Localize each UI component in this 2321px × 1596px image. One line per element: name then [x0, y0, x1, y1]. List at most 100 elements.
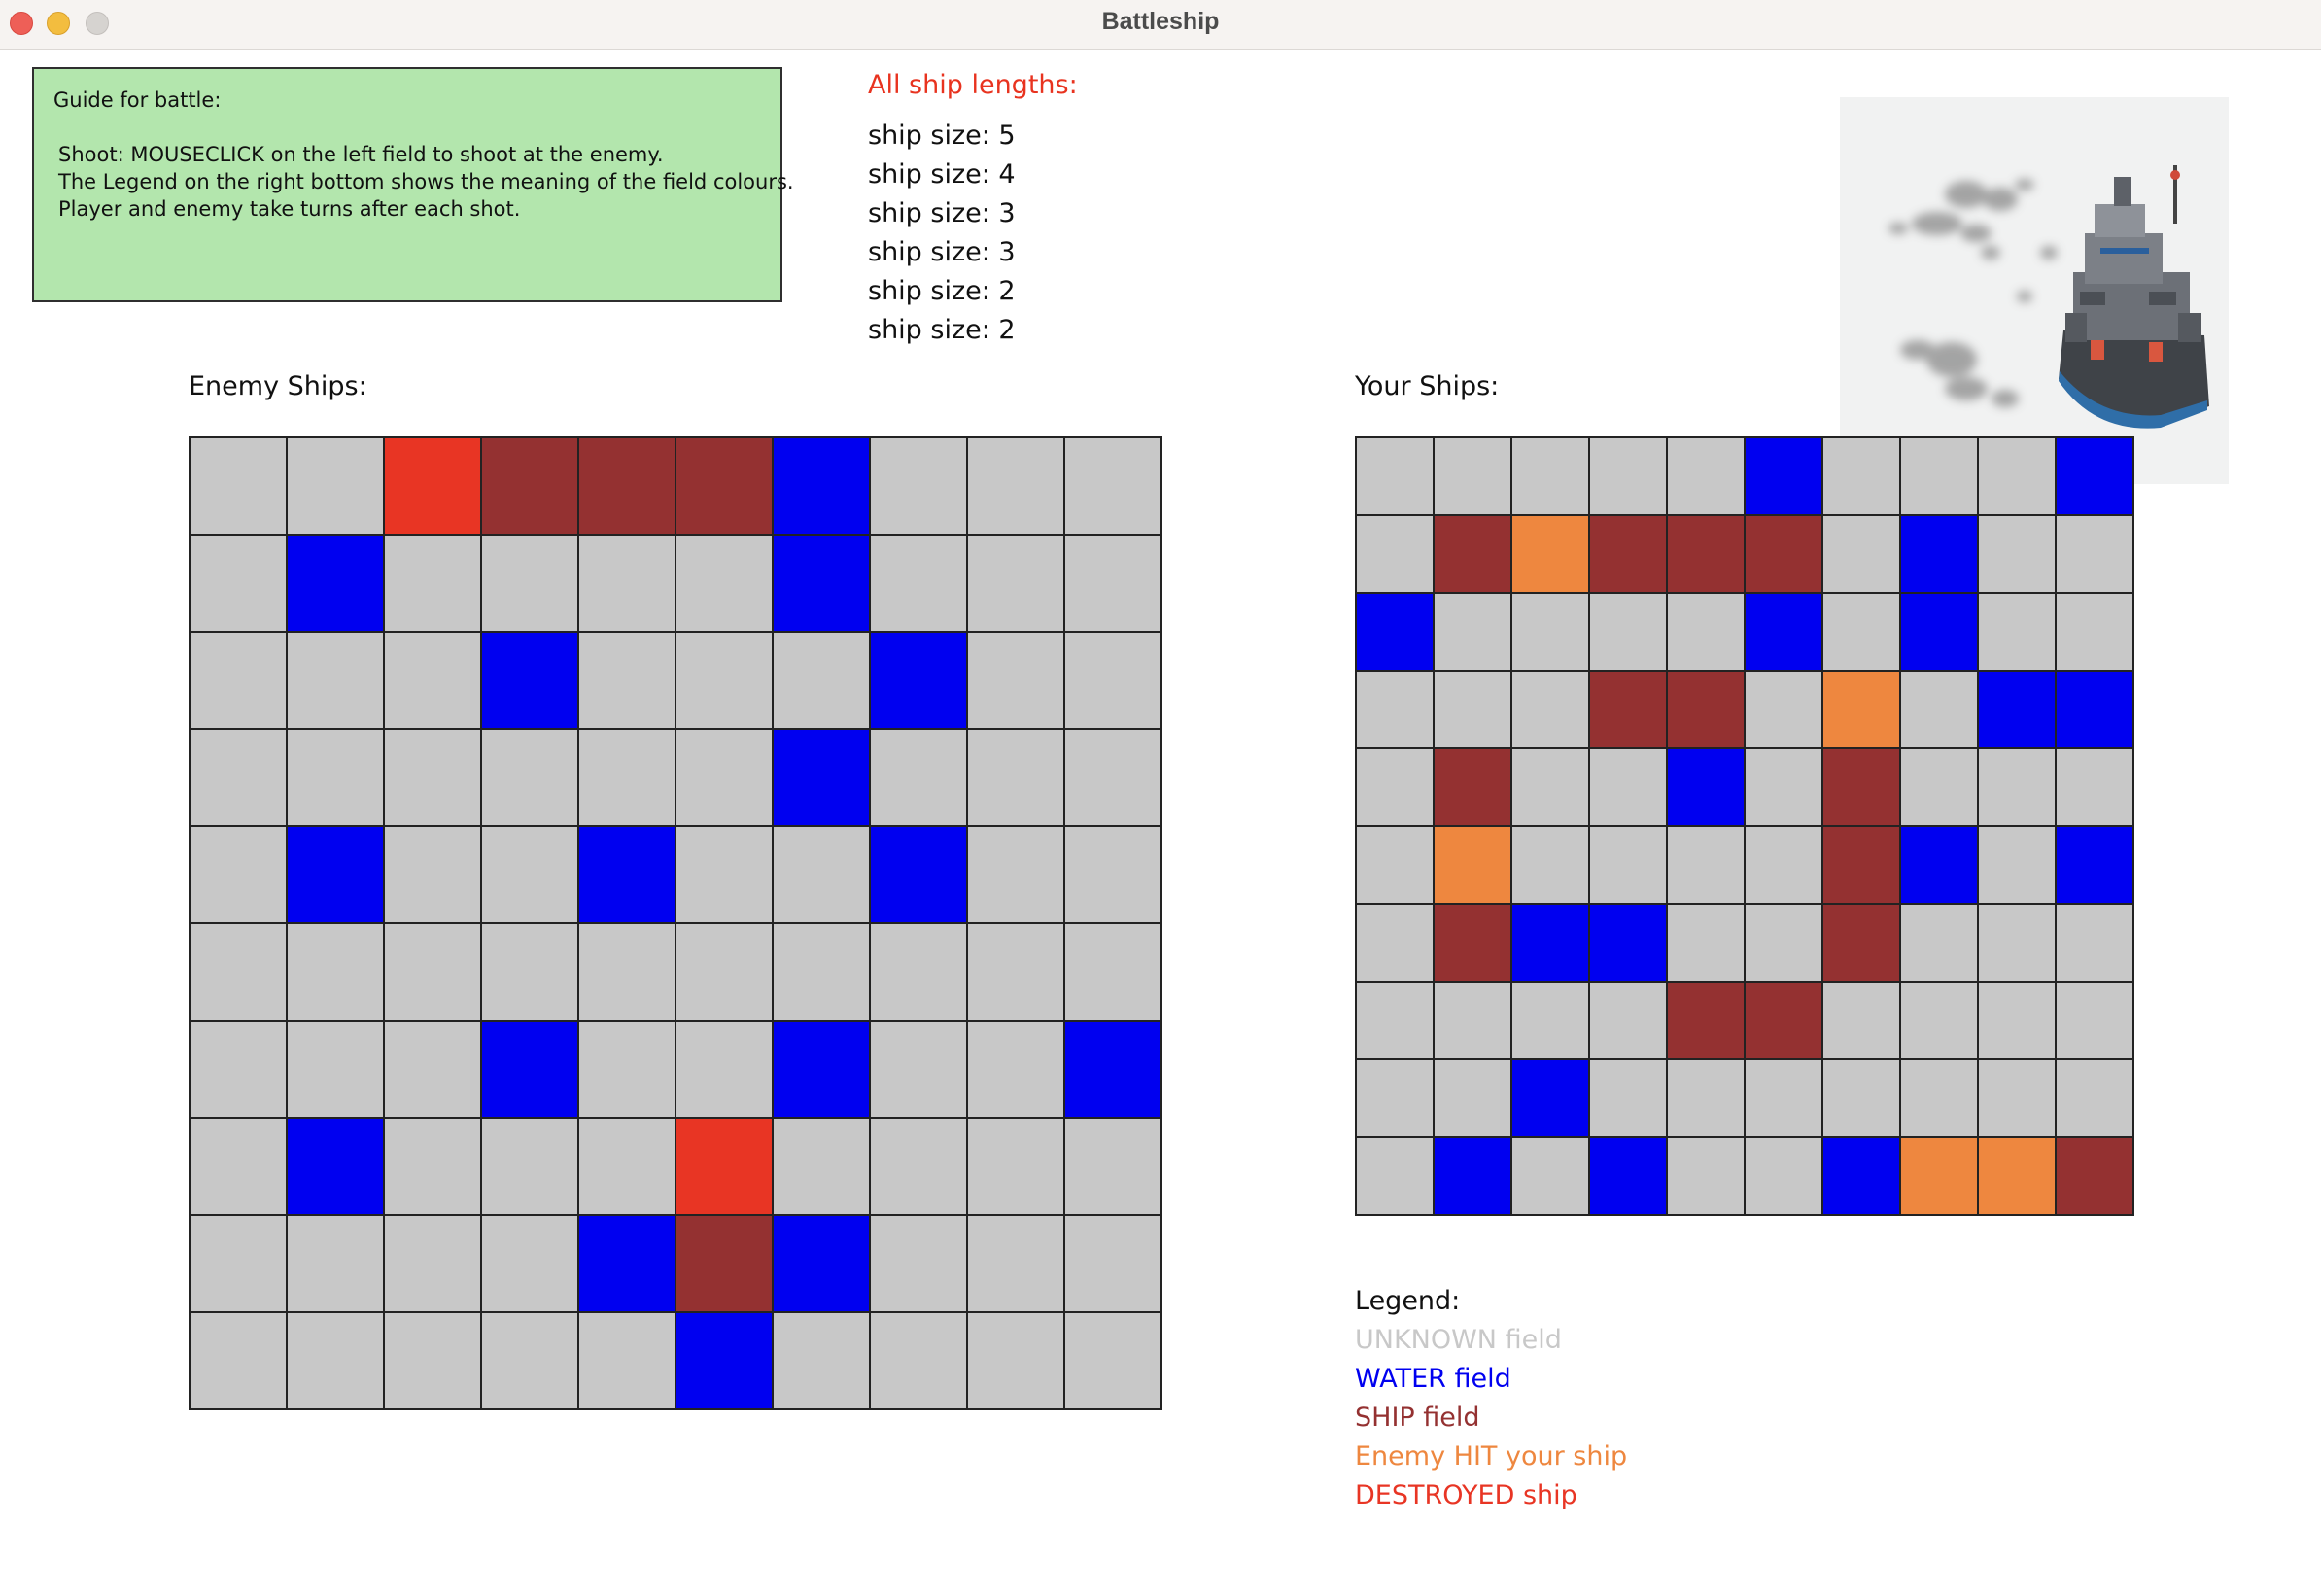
enemy-board-cell[interactable] [774, 536, 871, 633]
enemy-board-cell[interactable] [385, 633, 482, 730]
enemy-board-cell[interactable] [871, 1216, 968, 1313]
enemy-board-cell[interactable] [191, 633, 288, 730]
enemy-board-cell[interactable] [191, 438, 288, 536]
enemy-board-cell[interactable] [191, 730, 288, 827]
enemy-board-cell[interactable] [1065, 536, 1162, 633]
enemy-board-cell[interactable] [288, 924, 385, 1022]
enemy-board-cell[interactable] [871, 827, 968, 924]
enemy-board-cell[interactable] [288, 1119, 385, 1216]
enemy-board-cell[interactable] [676, 924, 774, 1022]
enemy-board-cell[interactable] [1065, 827, 1162, 924]
enemy-board-cell[interactable] [676, 827, 774, 924]
enemy-board-cell[interactable] [385, 1022, 482, 1119]
enemy-board-cell[interactable] [871, 1119, 968, 1216]
enemy-board-cell[interactable] [579, 536, 676, 633]
enemy-board-cell[interactable] [774, 730, 871, 827]
enemy-board-cell[interactable] [482, 1216, 579, 1313]
enemy-board-cell[interactable] [968, 1022, 1065, 1119]
enemy-board-cell[interactable] [288, 1022, 385, 1119]
enemy-board-cell[interactable] [482, 1022, 579, 1119]
enemy-board-cell[interactable] [482, 827, 579, 924]
enemy-board-cell[interactable] [579, 438, 676, 536]
enemy-board-cell[interactable] [288, 438, 385, 536]
enemy-board-cell[interactable] [1065, 438, 1162, 536]
enemy-board-cell[interactable] [676, 633, 774, 730]
enemy-board-cell[interactable] [676, 1022, 774, 1119]
enemy-board-cell[interactable] [482, 924, 579, 1022]
enemy-board-cell[interactable] [871, 536, 968, 633]
enemy-board-cell[interactable] [482, 1313, 579, 1410]
enemy-board-cell[interactable] [968, 730, 1065, 827]
enemy-board-cell[interactable] [871, 1313, 968, 1410]
enemy-board-cell[interactable] [1065, 924, 1162, 1022]
enemy-board-cell[interactable] [579, 1313, 676, 1410]
enemy-board-cell[interactable] [676, 1119, 774, 1216]
enemy-board-cell[interactable] [385, 1119, 482, 1216]
enemy-board-cell[interactable] [676, 438, 774, 536]
enemy-board-cell[interactable] [579, 1119, 676, 1216]
enemy-board-cell[interactable] [482, 730, 579, 827]
enemy-board-cell[interactable] [871, 438, 968, 536]
enemy-board-cell[interactable] [579, 1216, 676, 1313]
enemy-board-cell[interactable] [579, 633, 676, 730]
enemy-board-cell[interactable] [579, 924, 676, 1022]
enemy-board-cell[interactable] [288, 536, 385, 633]
enemy-board-grid[interactable] [189, 436, 1162, 1410]
enemy-board-cell[interactable] [482, 1119, 579, 1216]
enemy-board-cell[interactable] [191, 1216, 288, 1313]
enemy-board-cell[interactable] [1065, 1022, 1162, 1119]
enemy-board-cell[interactable] [774, 1313, 871, 1410]
enemy-board-cell[interactable] [191, 827, 288, 924]
enemy-board-cell[interactable] [676, 536, 774, 633]
enemy-board-cell[interactable] [579, 730, 676, 827]
enemy-board-cell[interactable] [774, 1119, 871, 1216]
enemy-board-cell[interactable] [482, 438, 579, 536]
enemy-board-cell[interactable] [191, 1022, 288, 1119]
enemy-board-cell[interactable] [191, 924, 288, 1022]
enemy-board-cell[interactable] [968, 827, 1065, 924]
enemy-board-cell[interactable] [288, 1216, 385, 1313]
enemy-board-cell[interactable] [968, 924, 1065, 1022]
enemy-board-cell[interactable] [579, 827, 676, 924]
enemy-board-cell[interactable] [385, 827, 482, 924]
enemy-board-cell[interactable] [774, 438, 871, 536]
enemy-board-cell[interactable] [579, 1022, 676, 1119]
enemy-board-cell[interactable] [1065, 633, 1162, 730]
enemy-board-cell[interactable] [968, 633, 1065, 730]
enemy-board-cell[interactable] [288, 633, 385, 730]
enemy-board-cell[interactable] [191, 1119, 288, 1216]
enemy-board-cell[interactable] [1065, 1313, 1162, 1410]
enemy-board-cell[interactable] [774, 827, 871, 924]
enemy-board-cell[interactable] [288, 730, 385, 827]
enemy-board-cell[interactable] [191, 536, 288, 633]
enemy-board-cell[interactable] [385, 1313, 482, 1410]
enemy-board-cell[interactable] [482, 633, 579, 730]
enemy-board-cell[interactable] [968, 438, 1065, 536]
enemy-board-cell[interactable] [676, 1216, 774, 1313]
enemy-board-cell[interactable] [1065, 1216, 1162, 1313]
enemy-board-cell[interactable] [774, 633, 871, 730]
enemy-board-cell[interactable] [482, 536, 579, 633]
enemy-board-cell[interactable] [1065, 730, 1162, 827]
enemy-board-cell[interactable] [385, 438, 482, 536]
enemy-board-cell[interactable] [774, 1216, 871, 1313]
enemy-board-cell[interactable] [968, 1119, 1065, 1216]
enemy-board-cell[interactable] [871, 1022, 968, 1119]
enemy-board-cell[interactable] [288, 1313, 385, 1410]
enemy-board-cell[interactable] [385, 730, 482, 827]
enemy-board-cell[interactable] [385, 924, 482, 1022]
enemy-board-cell[interactable] [774, 1022, 871, 1119]
enemy-board-cell[interactable] [871, 924, 968, 1022]
enemy-board-cell[interactable] [968, 1313, 1065, 1410]
enemy-board-cell[interactable] [385, 1216, 482, 1313]
enemy-board-cell[interactable] [385, 536, 482, 633]
enemy-board-cell[interactable] [676, 730, 774, 827]
enemy-board-cell[interactable] [1065, 1119, 1162, 1216]
enemy-board-cell[interactable] [968, 536, 1065, 633]
enemy-board-cell[interactable] [871, 633, 968, 730]
enemy-board-cell[interactable] [968, 1216, 1065, 1313]
enemy-board-cell[interactable] [676, 1313, 774, 1410]
enemy-board-cell[interactable] [871, 730, 968, 827]
enemy-board-cell[interactable] [774, 924, 871, 1022]
enemy-board-cell[interactable] [288, 827, 385, 924]
